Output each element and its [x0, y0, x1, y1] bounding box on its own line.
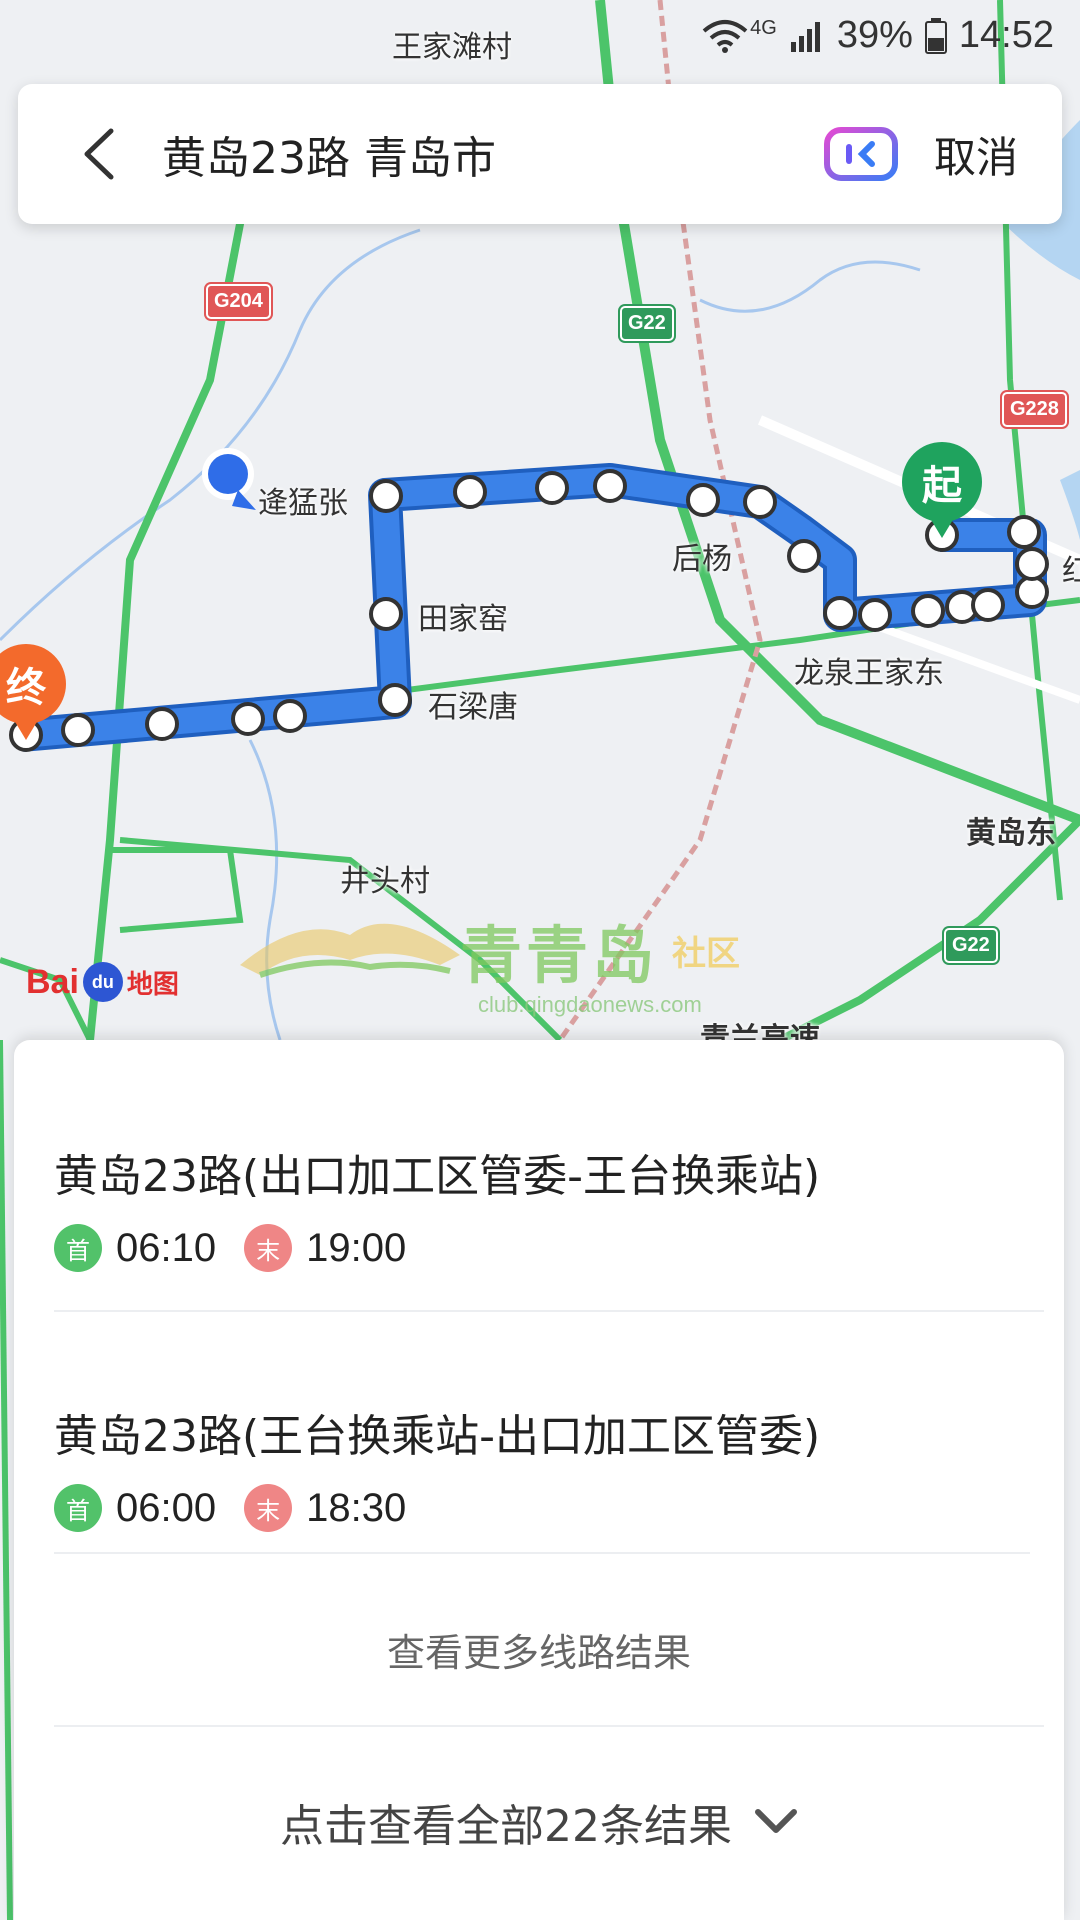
map-label: 逄猛张: [258, 486, 348, 521]
road-badge: G204: [206, 284, 271, 319]
divider: [54, 1725, 1044, 1727]
route-name: 黄岛23路(王台换乘站-出口加工区管委): [54, 1411, 821, 1462]
my-location-icon: [208, 454, 248, 494]
last-bus-badge: 末: [244, 1484, 293, 1532]
map-label: 田家窑: [418, 602, 508, 637]
chevron-down-icon: [755, 1809, 797, 1833]
bus-stop: [145, 707, 179, 741]
map-label: 龙泉王家东: [794, 656, 944, 691]
bus-stop: [453, 475, 487, 509]
bus-stop: [858, 598, 892, 632]
map-label: 井头村: [340, 864, 430, 899]
last-bus-time: 18:30: [306, 1485, 407, 1530]
first-bus-badge: 首: [54, 1484, 102, 1532]
start-marker[interactable]: 起: [902, 442, 982, 538]
watermark-url: club.qingdaonews.com: [478, 992, 702, 1017]
battery-icon: [924, 17, 947, 54]
paw-icon: du: [82, 962, 123, 1002]
bus-stop: [369, 479, 403, 513]
map-label: 黄岛东: [966, 816, 1056, 851]
voice-search-button[interactable]: [823, 126, 898, 182]
route-name: 黄岛23路(出口加工区管委-王台换乘站): [54, 1151, 821, 1202]
status-bar: 4G 39% 14:52: [0, 0, 1080, 78]
baidu-map-logo: Bai du 地图: [26, 962, 179, 1002]
bus-stop: [1007, 515, 1041, 549]
bus-stop: [823, 596, 857, 630]
wifi-icon: [702, 19, 748, 53]
first-bus-time: 06:10: [116, 1225, 217, 1270]
voice-assistant-icon: [823, 127, 898, 181]
bus-stop: [911, 594, 945, 628]
route-result-item[interactable]: 黄岛23路(王台换乘站-出口加工区管委) 首 06:00 末 18:30: [54, 1400, 1054, 1532]
results-sheet: 黄岛23路(出口加工区管委-王台换乘站) 首 06:10 末 19:00 黄岛2…: [14, 1040, 1064, 1920]
cancel-button[interactable]: 取消: [934, 124, 1018, 185]
bus-stop: [231, 702, 265, 736]
road-badge: G22: [620, 306, 674, 341]
back-button[interactable]: [54, 84, 144, 224]
road-badge: G228: [1002, 392, 1067, 427]
bus-stop: [787, 539, 821, 573]
map-label: 石梁唐: [428, 690, 518, 725]
bus-stop: [971, 588, 1005, 622]
search-query[interactable]: 黄岛23路 青岛市: [162, 122, 824, 186]
network-type: 4G: [750, 17, 777, 39]
bus-stop: [686, 483, 720, 517]
battery-percent: 39%: [836, 14, 913, 56]
watermark-sub: 社区: [672, 933, 741, 974]
logo-text: 地图: [126, 968, 179, 999]
bus-stop: [61, 713, 95, 747]
view-all-label: 点击查看全部22条结果: [280, 1801, 732, 1852]
chevron-left-icon: [84, 128, 114, 180]
first-bus-badge: 首: [54, 1224, 102, 1272]
map-label: 红: [1062, 554, 1080, 589]
mountain-logo-icon: [240, 923, 460, 978]
bus-stop: [273, 699, 307, 733]
bus-stop: [369, 597, 403, 631]
bus-stop: [743, 485, 777, 519]
route-result-item[interactable]: 黄岛23路(出口加工区管委-王台换乘站) 首 06:10 末 19:00: [54, 1140, 1054, 1272]
logo-text: Bai: [26, 962, 79, 1001]
search-bar[interactable]: 黄岛23路 青岛市 取消: [18, 84, 1062, 224]
watermark: 青青岛 社区: [240, 905, 740, 995]
watermark-title: 青青岛: [460, 919, 659, 992]
bus-stop: [1015, 547, 1049, 581]
divider: [54, 1310, 1044, 1312]
bus-stop: [593, 469, 627, 503]
first-bus-time: 06:00: [116, 1485, 217, 1530]
last-bus-badge: 末: [244, 1224, 293, 1272]
bus-stop: [378, 683, 412, 717]
bus-stop: [535, 471, 569, 505]
view-all-results-button[interactable]: 点击查看全部22条结果: [14, 1790, 1064, 1854]
bus-stop: [1015, 575, 1049, 609]
last-bus-time: 19:00: [306, 1225, 407, 1270]
status-time: 14:52: [958, 14, 1054, 56]
road-badge: G22: [944, 928, 998, 963]
more-routes-link[interactable]: 查看更多线路结果: [14, 1622, 1064, 1677]
signal-icon: [790, 21, 820, 52]
divider: [54, 1552, 1030, 1554]
map-label: 后杨: [672, 542, 732, 577]
